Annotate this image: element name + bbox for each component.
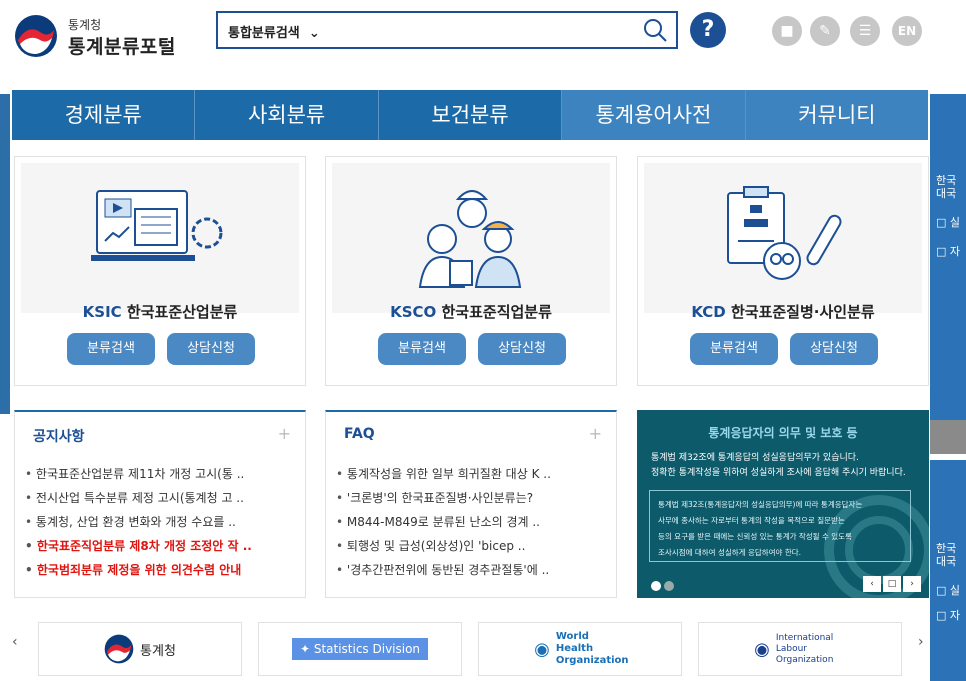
partner-ilo[interactable]: ◉ International Labour Organization bbox=[698, 622, 902, 676]
consultation-request-button[interactable]: 상담신청 bbox=[167, 333, 255, 365]
respondent-duty-banner[interactable]: 통계응답자의 의무 및 보호 등 통계법 제32조에 통계응답의 성실응답의무가… bbox=[637, 410, 929, 598]
right-side-panel-2: 한국 대국 □ 실 □ 자 bbox=[930, 460, 966, 681]
logo-site-name: 통계분류포털 bbox=[68, 36, 176, 58]
side-link[interactable]: □ 실 bbox=[936, 216, 966, 229]
partner-name: International Labour Organization bbox=[775, 632, 834, 665]
banner-box-text: 사무에 종사하는 자로부터 통계의 작성을 목적으로 질문받는 bbox=[658, 516, 845, 525]
list-item[interactable]: '크론병'의 한국표준질병·사인분류는? bbox=[336, 486, 606, 510]
banner-controls: ‹ □ › bbox=[863, 576, 921, 592]
list-item[interactable]: 한국표준산업분류 제11차 개정 고시(통 .. bbox=[25, 462, 295, 486]
classification-search-button[interactable]: 분류검색 bbox=[690, 333, 778, 365]
pause-icon[interactable]: □ bbox=[883, 576, 901, 592]
classification-search-button[interactable]: 분류검색 bbox=[67, 333, 155, 365]
faq-board: FAQ + 통계작성을 위한 일부 희귀질환 대상 K .. '크론병'의 한국… bbox=[325, 410, 617, 598]
list-item[interactable]: 통계청, 산업 환경 변화와 개정 수요를 .. bbox=[25, 510, 295, 534]
banner-box-text: 조사시점에 대하여 성실하게 응답하여야 한다. bbox=[658, 548, 802, 557]
edit-icon[interactable]: ✎ bbox=[810, 16, 840, 46]
disease-illustration-icon bbox=[727, 186, 842, 280]
list-item[interactable]: 한국범죄분류 제정을 위한 의견수렴 안내 bbox=[25, 558, 295, 582]
banner-box-text: 등의 요구를 받은 때에는 신뢰성 있는 통계가 작성될 수 있도록 bbox=[658, 532, 852, 541]
side-text: 대국 bbox=[936, 187, 957, 200]
language-button[interactable]: EN bbox=[892, 16, 922, 46]
list-item[interactable]: 전시산업 특수분류 제정 고시(통계청 고 .. bbox=[25, 486, 295, 510]
side-text: 대국 bbox=[936, 555, 957, 568]
consultation-request-button[interactable]: 상담신청 bbox=[478, 333, 566, 365]
side-link[interactable]: □ 자 bbox=[936, 609, 966, 622]
main-nav: 경제분류 사회분류 보건분류 통계용어사전 커뮤니티 bbox=[12, 90, 929, 140]
notice-board: 공지사항 + 한국표준산업분류 제11차 개정 고시(통 .. 전시산업 특수분… bbox=[14, 410, 306, 598]
nav-glossary[interactable]: 통계용어사전 bbox=[562, 90, 746, 140]
gov-emblem-icon bbox=[104, 634, 134, 664]
faq-list: 통계작성을 위한 일부 희귀질환 대상 K .. '크론병'의 한국표준질병·사… bbox=[336, 462, 606, 582]
help-button[interactable]: ? bbox=[690, 12, 726, 48]
more-plus-icon[interactable]: + bbox=[278, 424, 291, 443]
search-bar: 통합분류검색 ⌄ bbox=[216, 11, 678, 49]
banner-box: 통계법 제32조(통계응답자의 성실응답의무)에 따라 통계응답자는 사무에 종… bbox=[649, 490, 911, 562]
nav-community[interactable]: 커뮤니티 bbox=[745, 90, 929, 140]
consultation-request-button[interactable]: 상담신청 bbox=[790, 333, 878, 365]
industry-illustration-icon bbox=[91, 190, 223, 261]
side-link[interactable]: □ 자 bbox=[936, 245, 966, 258]
banner-text: 정확한 통계작성을 위하여 성실하게 조사에 응답해 주시기 바랍니다. bbox=[651, 468, 906, 478]
side-link[interactable]: □ 실 bbox=[936, 584, 966, 597]
side-text: 한국 bbox=[936, 174, 957, 187]
logo-org-name: 통계청 bbox=[68, 18, 102, 32]
lock-icon[interactable]: ■ bbox=[772, 16, 802, 46]
card-kcd: KCD 한국표준질병·사인분류 분류검색 상담신청 bbox=[637, 156, 929, 386]
gov-emblem-icon bbox=[15, 15, 57, 57]
board-title[interactable]: FAQ bbox=[344, 426, 375, 442]
partner-kostat[interactable]: 통계청 bbox=[38, 622, 242, 676]
partner-name: ✦ Statistics Division bbox=[291, 638, 429, 660]
occupation-illustration-icon bbox=[418, 190, 522, 288]
prev-icon[interactable]: ‹ bbox=[863, 576, 881, 592]
list-item[interactable]: M844-M849로 분류된 난소의 경계 .. bbox=[336, 510, 606, 534]
card-title: KSIC 한국표준산업분류 bbox=[82, 303, 238, 321]
nav-society[interactable]: 사회분류 bbox=[195, 90, 379, 140]
notice-list: 한국표준산업분류 제11차 개정 고시(통 .. 전시산업 특수분류 제정 고시… bbox=[25, 462, 295, 582]
partner-name: World Health Organization bbox=[555, 631, 629, 666]
nav-health[interactable]: 보건분류 bbox=[379, 90, 563, 140]
list-item[interactable]: 통계작성을 위한 일부 희귀질환 대상 K .. bbox=[336, 462, 606, 486]
list-item[interactable]: '경추간판전위에 동반된 경추관절통'에 .. bbox=[336, 558, 606, 582]
left-side-strip bbox=[0, 94, 10, 414]
card-title: KCD 한국표준질병·사인분류 bbox=[691, 303, 875, 321]
nav-economy[interactable]: 경제분류 bbox=[12, 90, 196, 140]
globe-icon: ◉ bbox=[534, 638, 550, 660]
card-ksco: KSCO 한국표준직업분류 분류검색 상담신청 bbox=[325, 156, 617, 386]
pagination-dot[interactable] bbox=[664, 581, 674, 591]
partner-name: 통계청 bbox=[140, 643, 176, 659]
site-logo[interactable]: 통계청 통계분류포털 bbox=[14, 10, 194, 60]
ilo-emblem-icon: ◉ bbox=[754, 638, 770, 660]
next-icon[interactable]: › bbox=[903, 576, 921, 592]
side-divider bbox=[930, 420, 966, 454]
banner-title: 통계응답자의 의무 및 보호 등 bbox=[708, 426, 858, 440]
menu-icon[interactable]: ☰ bbox=[850, 16, 880, 46]
right-side-panel: 한국 대국 □ 실 □ 자 bbox=[930, 94, 966, 454]
card-title: KSCO 한국표준직업분류 bbox=[390, 303, 552, 321]
more-plus-icon[interactable]: + bbox=[589, 424, 602, 443]
board-title[interactable]: 공지사항 bbox=[33, 426, 85, 446]
list-item[interactable]: 퇴행성 및 급성(외상성)인 'bicep .. bbox=[336, 534, 606, 558]
list-item[interactable]: 한국표준직업분류 제8차 개정 조정안 작 .. bbox=[25, 534, 295, 558]
partner-who[interactable]: ◉ World Health Organization bbox=[478, 622, 682, 676]
partner-un-stats[interactable]: ✦ Statistics Division bbox=[258, 622, 462, 676]
pagination-dot[interactable] bbox=[651, 581, 661, 591]
partner-next-icon[interactable]: › bbox=[918, 634, 924, 650]
side-text: 한국 bbox=[936, 542, 957, 555]
partner-prev-icon[interactable]: ‹ bbox=[12, 634, 18, 650]
classification-search-button[interactable]: 분류검색 bbox=[378, 333, 466, 365]
banner-pagination bbox=[651, 576, 677, 595]
banner-text: 통계법 제32조에 통계응답의 성실응답의무가 있습니다. bbox=[651, 453, 859, 463]
search-icon[interactable] bbox=[642, 17, 668, 43]
search-category-select[interactable]: 통합분류검색 ⌄ bbox=[228, 22, 320, 41]
banner-box-text: 통계법 제32조(통계응답자의 성실응답의무)에 따라 통계응답자는 bbox=[658, 500, 863, 509]
card-ksic: KSIC 한국표준산업분류 분류검색 상담신청 bbox=[14, 156, 306, 386]
